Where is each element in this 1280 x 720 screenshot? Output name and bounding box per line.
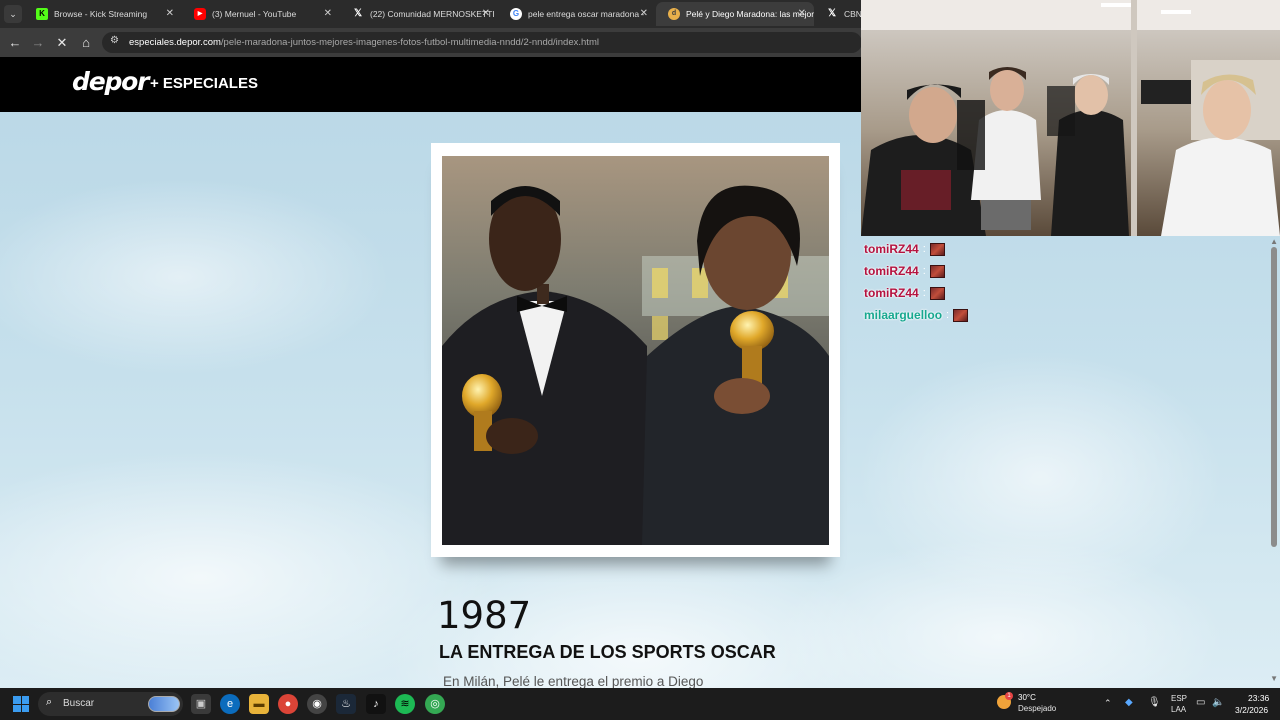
scroll-thumb[interactable] — [1271, 247, 1277, 547]
url-path: /pele-maradona-juntos-mejores-imagenes-f… — [220, 37, 599, 48]
language-2[interactable]: LAA — [1171, 705, 1186, 714]
chat-separator: : — [922, 265, 926, 277]
tab-title: Browse - Kick Streaming — [54, 9, 148, 19]
steam-icon[interactable]: ♨ — [336, 694, 356, 714]
clock-date[interactable]: 3/2/2026 — [1235, 705, 1268, 715]
tab-youtube[interactable]: ▶ (3) Mernuel - YouTube ✕ — [182, 2, 340, 26]
tab-title: (22) Comunidad MERNOSKETTI — [370, 9, 495, 19]
chat-message: tomiRZ44 : — [864, 260, 1064, 282]
chat-username[interactable]: milaarguelloo — [864, 308, 942, 322]
tab-x-cbnj[interactable]: 𝕏 CBNJ — [814, 2, 864, 26]
url-text[interactable]: especiales.depor.com/pele-maradona-junto… — [129, 32, 599, 53]
emote-icon — [929, 242, 945, 256]
network-shield-icon[interactable]: ◆ — [1125, 697, 1133, 708]
x-icon: 𝕏 — [827, 8, 837, 19]
file-explorer-icon[interactable]: ▬ — [249, 694, 269, 714]
scroll-down-icon[interactable]: ▼ — [1270, 674, 1278, 683]
tab-title: (3) Mernuel - YouTube — [212, 9, 297, 19]
chat-separator: : — [946, 309, 950, 321]
x-icon: 𝕏 — [353, 8, 363, 19]
chat-message: tomiRZ44 : — [864, 282, 1064, 304]
depor-icon: d — [668, 8, 680, 20]
google-icon: G — [510, 8, 522, 20]
microphone-icon[interactable]: 🎙 — [1148, 697, 1161, 708]
taskbar-search[interactable]: ⌕ Buscar — [38, 692, 183, 716]
youtube-icon: ▶ — [194, 8, 206, 20]
article-body: En Milán, Pelé le entrega el premio a Di… — [443, 674, 704, 688]
article-year: 1987 — [437, 594, 532, 637]
stop-loading-icon[interactable]: ✕ — [52, 33, 72, 53]
chrome-icon[interactable]: ● — [278, 694, 298, 714]
search-label: Buscar — [63, 698, 95, 709]
tab-depor-active[interactable]: d Pelé y Diego Maradona: las mejores ✕ — [656, 2, 814, 26]
tray-chevron-icon[interactable]: ⌃ — [1104, 698, 1112, 709]
tab-kick[interactable]: K Browse - Kick Streaming ✕ — [24, 2, 182, 26]
article-headline: LA ENTREGA DE LOS SPORTS OSCAR — [439, 642, 776, 662]
kick-icon: K — [36, 8, 48, 20]
weather-badge: 1 — [1005, 692, 1013, 700]
chat-separator: : — [922, 243, 926, 255]
especiales-link[interactable]: + ESPECIALES — [150, 75, 258, 92]
chrome-alt-icon[interactable]: ◉ — [307, 694, 327, 714]
depor-logo[interactable]: depor — [72, 67, 149, 96]
pele-maradona-photo — [442, 156, 829, 545]
task-view-icon[interactable]: ▣ — [191, 694, 211, 714]
emote-icon — [929, 286, 945, 300]
tab-search-chevron-icon[interactable]: ⌄ — [4, 5, 22, 23]
windows-taskbar: ⌕ Buscar ▣ e ▬ ● ◉ ♨ ♪ ≋ ◎ 1 30°C Despej… — [0, 688, 1280, 720]
chat-separator: : — [922, 287, 926, 299]
tab-title: pele entrega oscar maradona - — [528, 9, 645, 19]
search-icon: ⌕ — [46, 696, 53, 708]
stream-chat: tomiRZ44 : tomiRZ44 : tomiRZ44 : milaarg… — [864, 238, 1064, 326]
weather-desc[interactable]: Despejado — [1018, 704, 1056, 713]
language-1[interactable]: ESP — [1171, 694, 1187, 703]
back-arrow-icon[interactable]: ← — [5, 33, 25, 53]
chat-username[interactable]: tomiRZ44 — [864, 242, 919, 256]
webcam-overlay — [861, 0, 1280, 236]
edge-icon[interactable]: e — [220, 694, 240, 714]
tab-x-community[interactable]: 𝕏 (22) Comunidad MERNOSKETTI ✕ — [340, 2, 498, 26]
close-tab-icon[interactable]: ✕ — [324, 2, 332, 26]
tab-title: Pelé y Diego Maradona: las mejores — [686, 9, 814, 19]
chat-username[interactable]: tomiRZ44 — [864, 264, 919, 278]
chat-message: milaarguelloo : — [864, 304, 1064, 326]
close-tab-icon[interactable]: ✕ — [166, 2, 174, 26]
chat-message: tomiRZ44 : — [864, 238, 1064, 260]
close-tab-icon[interactable]: ✕ — [482, 2, 490, 26]
site-info-icon[interactable]: ⚙ — [110, 35, 119, 46]
photo-frame — [431, 143, 840, 557]
url-host: especiales.depor.com — [129, 37, 221, 48]
forward-arrow-icon[interactable]: → — [28, 33, 48, 53]
clock-time[interactable]: 23:36 — [1248, 693, 1269, 703]
emote-icon — [953, 308, 969, 322]
volume-icon[interactable]: 🔈 — [1212, 697, 1224, 708]
display-icon[interactable]: ▭ — [1196, 697, 1205, 708]
address-bar[interactable]: ⚙ especiales.depor.com/pele-maradona-jun… — [102, 32, 862, 53]
tiktok-icon[interactable]: ♪ — [366, 694, 386, 714]
scroll-up-icon[interactable]: ▲ — [1270, 237, 1278, 246]
search-highlight-icon — [148, 696, 180, 712]
tab-google-search[interactable]: G pele entrega oscar maradona - ✕ — [498, 2, 656, 26]
spotify-icon[interactable]: ≋ — [395, 694, 415, 714]
chrome-profile-icon[interactable]: ◎ — [425, 694, 445, 714]
close-tab-icon[interactable]: ✕ — [798, 2, 806, 26]
close-tab-icon[interactable]: ✕ — [640, 2, 648, 26]
windows-start-icon[interactable] — [13, 696, 29, 712]
emote-icon — [929, 264, 945, 278]
weather-temp[interactable]: 30°C — [1018, 693, 1036, 702]
home-icon[interactable]: ⌂ — [76, 33, 96, 53]
chat-username[interactable]: tomiRZ44 — [864, 286, 919, 300]
